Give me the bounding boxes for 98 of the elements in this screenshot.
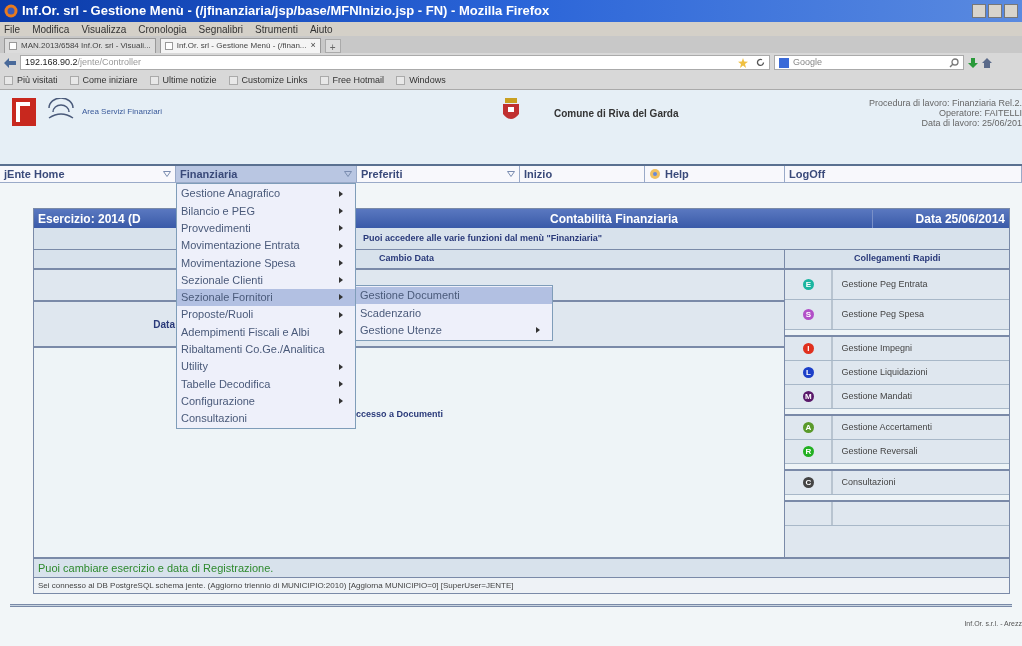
nav-menu-item[interactable]: Inizio [520, 166, 645, 182]
quick-link[interactable]: M Gestione Mandati [785, 385, 1009, 409]
home-icon[interactable] [982, 57, 992, 68]
menu-item[interactable]: Movimentazione Entrata [177, 236, 355, 255]
menu-item[interactable]: Bilancio e PEG [177, 202, 355, 220]
menubar-item[interactable]: File [4, 21, 21, 37]
menubar-item[interactable]: Modifica [32, 21, 70, 37]
menubar-item[interactable]: Visualizza [81, 21, 127, 37]
letter-icon: C [802, 477, 814, 488]
browser-tab[interactable]: Inf.Or. srl - Gestione Menù - (/finan... × [159, 38, 321, 53]
bookmark-icon [4, 76, 13, 85]
quick-link[interactable]: R Gestione Reversali [785, 440, 1009, 464]
menubar-item[interactable]: Segnalibri [198, 21, 244, 37]
browser-tab[interactable]: MAN.2013/6584 Inf.Or. srl - Visuali... [4, 38, 156, 53]
bookmark-link[interactable]: Come iniziare [69, 73, 138, 88]
waves-icon [48, 98, 74, 122]
bookmark-icon [319, 76, 329, 85]
nav-menu-item[interactable]: LogOff [785, 166, 1022, 182]
menu-item[interactable]: Adempimenti Fiscali e Albi [177, 323, 355, 341]
maximize-icon[interactable] [988, 4, 1002, 18]
bookmark-link[interactable]: Windows [396, 73, 446, 88]
menu-item[interactable]: Utility [177, 357, 355, 376]
menu-item[interactable]: Consultazioni [177, 409, 355, 428]
connection-status: Sei connesso al DB PostgreSQL schema jente. (Aggiorno triennio di MUNICIPIO:2010) [Aggiorna MUNICIPIO=0] [SuperUser=JENTE] [38, 579, 514, 592]
search-engine-icon[interactable] [779, 57, 789, 68]
letter-icon: A [802, 422, 814, 433]
menubar-item[interactable]: Strumenti [255, 21, 298, 37]
back-arrow-icon[interactable] [4, 57, 16, 68]
search-field[interactable]: Google [774, 55, 964, 70]
letter-icon: I [802, 343, 814, 354]
area-label: Area Servizi Finanziari [82, 106, 163, 118]
info-message: Puoi cambiare esercizio e data di Registrazione. [38, 560, 274, 576]
panel-title: Contabilità Finanziaria [549, 210, 679, 228]
menu-item[interactable]: Tabelle Decodifica [177, 375, 355, 393]
menu-item[interactable]: Movimentazione Spesa [177, 254, 355, 272]
panel-date: Data 25/06/2014 [872, 209, 1009, 228]
help-icon [649, 168, 661, 180]
download-arrow-icon[interactable] [968, 57, 978, 68]
quick-link[interactable]: E Gestione Peg Entrata [785, 270, 1009, 300]
nav-menu-item[interactable]: jEnte Home [0, 166, 176, 182]
menu-item[interactable]: Provvedimenti [177, 219, 355, 237]
quick-link[interactable]: I Gestione Impegni [785, 337, 1009, 361]
quick-link[interactable]: L Gestione Liquidazioni [785, 361, 1009, 385]
work-info: Data di lavoro: 25/06/201 [921, 118, 1022, 128]
letter-icon: M [802, 391, 814, 402]
menu-item[interactable]: Gestione Documenti [356, 287, 552, 305]
menu-item[interactable]: Ribaltamenti Co.Ge./Analitica [177, 340, 355, 358]
letter-icon: R [802, 446, 814, 457]
letter-icon: E [802, 279, 814, 290]
exercise-label: Esercizio: 2014 (D [37, 210, 142, 228]
intro-text: Puoi accedere alle varie funzioni dal menù "Finanziaria" [363, 231, 603, 245]
dropdown-arrow-icon [507, 171, 515, 177]
menu-item[interactable]: Scadenzario [356, 304, 552, 322]
menu-item[interactable]: Proposte/Ruoli [177, 306, 355, 324]
menu-item[interactable]: Gestione Anagrafico [177, 185, 355, 203]
comune-name: Comune di Riva del Garda [554, 107, 679, 121]
bookmark-icon [69, 76, 79, 85]
quick-link[interactable]: A Gestione Accertamenti [785, 416, 1009, 440]
dropdown-arrow-icon [163, 171, 171, 177]
reload-icon[interactable] [756, 58, 765, 67]
quick-link[interactable]: S Gestione Peg Spesa [785, 300, 1009, 330]
menu-item[interactable]: Gestione Utenze [356, 321, 552, 339]
search-icon[interactable] [949, 57, 959, 68]
star-icon[interactable] [738, 57, 748, 68]
bookmark-icon [396, 76, 406, 85]
address-field[interactable]: 192.168.90.2/jente/Controller [20, 55, 770, 70]
page-icon [9, 42, 17, 50]
bookmark-icon [228, 76, 238, 85]
quick-link[interactable]: C Consultazioni [785, 471, 1009, 495]
column-heading: Collegamenti Rapidi [853, 252, 941, 266]
work-info: Procedura di lavoro: Finanziaria Rel.2. [868, 98, 1022, 108]
letter-icon: S [802, 309, 814, 320]
close-icon[interactable] [1004, 4, 1018, 18]
window-title: Inf.Or. srl - Gestione Menù - (/jfinanziaria/jsp/base/MFNInizio.jsp - FN) - Mozilla Firefox [22, 2, 550, 21]
minimize-icon[interactable] [972, 4, 986, 18]
menubar-item[interactable]: Cronologia [138, 21, 187, 37]
menu-item[interactable]: Sezionale Clienti [177, 271, 355, 289]
nav-menu-item[interactable]: Finanziaria [176, 166, 357, 182]
close-tab-button[interactable]: × [310, 39, 316, 53]
nav-menu-item[interactable]: Help [645, 166, 785, 182]
menu-item[interactable]: Configurazione [177, 392, 355, 410]
logo-drawing [12, 98, 36, 126]
menu-item[interactable]: Sezionale Fornitori [177, 288, 355, 307]
work-info: Operatore: FAITELLI [938, 108, 1022, 118]
documents-link[interactable]: ccesso a Documenti [356, 408, 785, 422]
bookmark-link[interactable]: Free Hotmail [319, 73, 385, 88]
new-tab-button[interactable]: + [324, 39, 341, 53]
bookmark-icon [149, 76, 159, 85]
column-heading: Cambio Data [379, 252, 434, 266]
page-icon [164, 42, 173, 50]
date-label: Data [152, 317, 175, 332]
bookmark-link[interactable]: Ultime notizie [149, 73, 217, 88]
letter-icon: L [802, 367, 814, 378]
bookmark-link[interactable]: Customize Links [228, 73, 308, 88]
nav-menu-item[interactable]: Preferiti [357, 166, 520, 182]
menubar-item[interactable]: Aiuto [309, 21, 333, 37]
dropdown-arrow-icon [344, 171, 352, 177]
bookmark-link[interactable]: Più visitati [4, 73, 58, 88]
